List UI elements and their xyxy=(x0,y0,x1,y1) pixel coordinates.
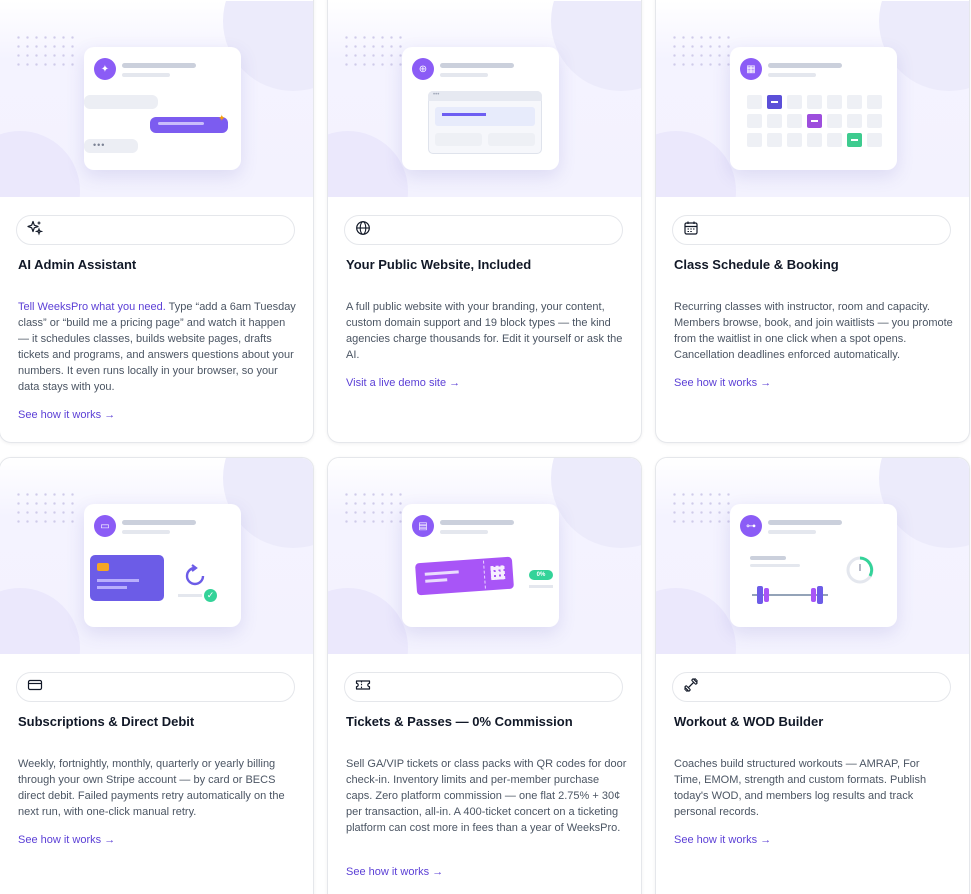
card-description: Coaches build structured workouts — AMRA… xyxy=(674,758,927,818)
see-how-it-works-link[interactable]: See how it works → xyxy=(346,866,443,878)
card-title: AI Admin Assistant xyxy=(18,257,137,272)
see-how-it-works-link[interactable]: See how it works → xyxy=(18,409,115,421)
ticket-icon: ▤ xyxy=(412,515,434,537)
card-description: Sell GA/VIP tickets or class packs with … xyxy=(346,758,627,834)
see-how-it-works-link[interactable]: See how it works → xyxy=(674,377,771,389)
see-how-it-works-link[interactable]: See how it works → xyxy=(18,834,115,846)
icon-pill xyxy=(16,215,295,245)
ticket-graphic xyxy=(415,556,514,596)
feature-card-tickets: ▤ 0% Tickets & Passes — 0% Commission Se… xyxy=(327,457,642,894)
feature-card-schedule: ▦ Class Schedule & Booking Recurring cla… xyxy=(655,0,970,443)
chat-mockup: ✦ ✦ ••• xyxy=(84,47,241,170)
icon-pill xyxy=(672,672,951,702)
card-title: Subscriptions & Direct Debit xyxy=(18,714,195,729)
card-illustration: ▦ xyxy=(656,1,969,197)
card-title: Tickets & Passes — 0% Commission xyxy=(346,714,573,729)
credit-card-icon: ▭ xyxy=(94,515,116,537)
card-illustration: ⊶ xyxy=(656,458,969,654)
website-mockup: ⊕ ••• xyxy=(402,47,559,170)
calendar-grid xyxy=(747,95,887,147)
sparkles-icon xyxy=(27,220,44,241)
feature-card-subscriptions: ▭ ✓ Subscriptions & Direct Debit Weekly,… xyxy=(0,457,314,894)
dumbbell-icon xyxy=(683,677,699,698)
check-icon: ✓ xyxy=(204,589,217,602)
card-title: Workout & WOD Builder xyxy=(674,714,824,729)
card-illustration: ✦ ✦ ••• xyxy=(0,1,313,197)
card-illustration: ▤ 0% xyxy=(328,458,641,654)
card-description: Tell WeeksPro what you need. Type “add a… xyxy=(18,301,296,393)
visit-demo-site-link[interactable]: Visit a live demo site → xyxy=(346,377,460,389)
billing-mockup: ▭ ✓ xyxy=(84,504,241,627)
icon-pill xyxy=(344,672,623,702)
card-illustration: ▭ ✓ xyxy=(0,458,313,654)
globe-icon xyxy=(355,220,371,241)
globe-icon: ⊕ xyxy=(412,58,434,80)
timer-icon xyxy=(844,554,876,591)
feature-card-website: ⊕ ••• Your Public Website, Included A fu… xyxy=(327,0,642,443)
credit-card-icon xyxy=(27,677,43,698)
card-description: Weekly, fortnightly, monthly, quarterly … xyxy=(18,758,285,818)
card-title: Class Schedule & Booking xyxy=(674,257,839,272)
feature-card-workout: ⊶ Workout & WOD Builder Coaches build st… xyxy=(655,457,970,894)
workout-mockup: ⊶ xyxy=(730,504,897,627)
card-description: A full public website with your branding… xyxy=(346,301,623,361)
icon-pill xyxy=(672,215,951,245)
calendar-mockup: ▦ xyxy=(730,47,897,170)
ticket-mockup: ▤ 0% xyxy=(402,504,559,627)
sparkles-icon: ✦ xyxy=(94,58,116,80)
ticket-icon xyxy=(355,677,371,698)
see-how-it-works-link[interactable]: See how it works → xyxy=(674,834,771,846)
card-graphic xyxy=(90,555,164,601)
calendar-icon: ▦ xyxy=(740,58,762,80)
barbell-graphic xyxy=(748,583,832,607)
icon-pill xyxy=(344,215,623,245)
card-description: Recurring classes with instructor, room … xyxy=(674,301,953,361)
commission-badge: 0% xyxy=(529,570,553,580)
card-title: Your Public Website, Included xyxy=(346,257,532,272)
feature-card-ai-admin: ✦ ✦ ••• AI Admin Assistant Tell WeeksPro… xyxy=(0,0,314,443)
icon-pill xyxy=(16,672,295,702)
calendar-icon xyxy=(683,220,699,241)
dumbbell-icon: ⊶ xyxy=(740,515,762,537)
card-illustration: ⊕ ••• xyxy=(328,1,641,197)
